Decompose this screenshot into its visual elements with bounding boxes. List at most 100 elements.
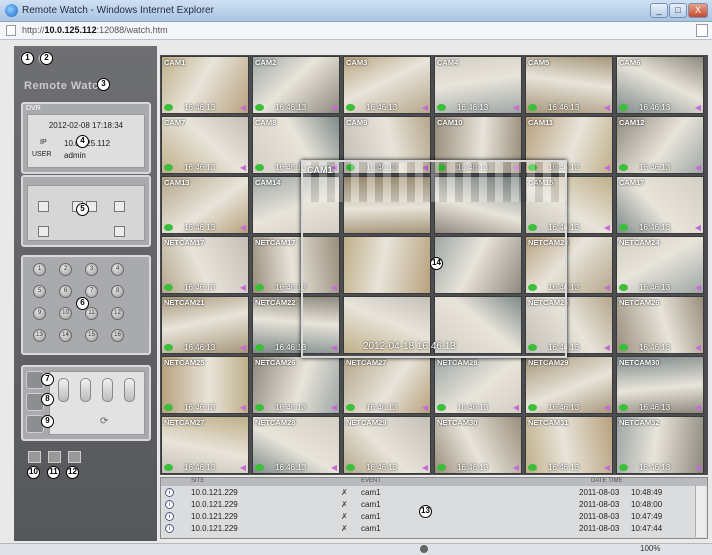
camera-tile[interactable]: CAM1 16:46:13 ◀ <box>161 56 249 114</box>
speaker-icon[interactable]: ◀ <box>422 403 428 412</box>
speaker-icon[interactable]: ◀ <box>604 163 610 172</box>
focus-button[interactable] <box>80 378 91 402</box>
camera-tile[interactable]: CAM17 16:46:13 ◀ <box>616 176 704 234</box>
speaker-icon[interactable]: ◀ <box>695 403 701 412</box>
camera-tile[interactable]: NETCAM21 16:46:13 ◀ <box>161 296 249 354</box>
split-16-button[interactable] <box>38 226 49 237</box>
playback-icon[interactable] <box>48 451 61 463</box>
speaker-icon[interactable]: ◀ <box>604 223 610 232</box>
camera-tile[interactable]: NETCAM32 16:46:13 ◀ <box>616 416 704 474</box>
speaker-icon[interactable]: ◀ <box>331 403 337 412</box>
speaker-icon[interactable]: ◀ <box>513 463 519 472</box>
camera-tile[interactable]: CAM7 16:46:13 ◀ <box>161 116 249 174</box>
camera-timestamp: 16:46:13 <box>639 283 671 292</box>
camera-tile[interactable]: CAM2 16:46:13 ◀ <box>252 56 340 114</box>
channel-16-button[interactable]: 16 <box>111 329 124 342</box>
channel-15-button[interactable]: 15 <box>85 329 98 342</box>
speaker-icon[interactable]: ◀ <box>695 343 701 352</box>
view-mode-icon[interactable] <box>28 451 41 463</box>
channel-8-button[interactable]: 8 <box>111 285 124 298</box>
speaker-icon[interactable]: ◀ <box>422 103 428 112</box>
event-log-scrollbar[interactable] <box>695 486 706 537</box>
speaker-icon[interactable]: ◀ <box>695 103 701 112</box>
zoom-button[interactable] <box>58 378 69 402</box>
url-text[interactable]: http://10.0.125.112:12088/watch.htm <box>22 25 168 35</box>
export-icon[interactable] <box>68 451 81 463</box>
camera-tile[interactable]: CAM3 16:46:13 ◀ <box>343 56 431 114</box>
speaker-icon[interactable]: ◀ <box>513 403 519 412</box>
channel-5-button[interactable]: 5 <box>33 285 46 298</box>
split-1-button[interactable] <box>38 201 49 212</box>
speaker-icon[interactable]: ◀ <box>695 283 701 292</box>
camera-tile[interactable]: CAM4 16:46:13 ◀ <box>434 56 522 114</box>
speaker-icon[interactable]: ◀ <box>240 403 246 412</box>
channel-10-button[interactable]: 10 <box>59 307 72 320</box>
speaker-icon[interactable]: ◀ <box>604 103 610 112</box>
speaker-icon[interactable]: ◀ <box>695 163 701 172</box>
compatibility-view-icon[interactable] <box>696 24 708 37</box>
recording-icon <box>619 464 628 471</box>
channel-6-button[interactable]: 6 <box>59 285 72 298</box>
preset-button[interactable] <box>124 378 135 402</box>
camera-tile[interactable]: NETCAM28 16:46:13 ◀ <box>434 356 522 414</box>
camera-tile[interactable]: NETCAM25 16:46:13 ◀ <box>161 356 249 414</box>
camera-label: CAM2 <box>255 58 277 67</box>
speaker-icon[interactable]: ◀ <box>240 343 246 352</box>
speaker-icon[interactable]: ◀ <box>604 283 610 292</box>
camera-tile[interactable]: CAM6 16:46:13 ◀ <box>616 56 704 114</box>
speaker-icon[interactable]: ◀ <box>240 283 246 292</box>
speaker-icon[interactable]: ◀ <box>604 403 610 412</box>
split-sequence-button[interactable] <box>114 226 125 237</box>
camera-tile[interactable]: NETCAM27 16:46:13 ◀ <box>343 356 431 414</box>
camera-tile[interactable]: NETCAM29 16:46:13 ◀ <box>343 416 431 474</box>
camera-tile[interactable]: CAM5 16:46:13 ◀ <box>525 56 613 114</box>
iris-button[interactable] <box>102 378 113 402</box>
camera-tile[interactable]: NETCAM27 16:46:13 ◀ <box>161 416 249 474</box>
camera-tile[interactable]: NETCAM26 16:46:13 ◀ <box>252 356 340 414</box>
camera-tile[interactable]: NETCAM17 16:46:13 ◀ <box>161 236 249 294</box>
camera-tile[interactable]: NETCAM30 16:46:13 ◀ <box>616 356 704 414</box>
speaker-icon[interactable]: ◀ <box>513 103 519 112</box>
channel-11-button[interactable]: 11 <box>85 307 98 320</box>
address-bar[interactable]: http://10.0.125.112:12088/watch.htm <box>0 22 712 40</box>
speaker-icon[interactable]: ◀ <box>604 343 610 352</box>
zoom-level[interactable]: 100% <box>640 544 660 553</box>
channel-12-button[interactable]: 12 <box>111 307 124 320</box>
camera-tile[interactable]: CAM13 16:46:13 ◀ <box>161 176 249 234</box>
log-row[interactable]: i 10.0.121.229 ✗ cam1 2011-08-03 10:48:49 <box>161 488 693 498</box>
speaker-icon[interactable]: ◀ <box>695 223 701 232</box>
channel-2-button[interactable]: 2 <box>59 263 72 276</box>
speaker-icon[interactable]: ◀ <box>240 223 246 232</box>
close-button[interactable]: X <box>688 3 708 18</box>
maximize-button[interactable]: □ <box>669 3 687 18</box>
speaker-icon[interactable]: ◀ <box>331 463 337 472</box>
camera-tile[interactable]: CAM12 16:46:13 ◀ <box>616 116 704 174</box>
camera-tile[interactable]: NETCAM28 16:46:13 ◀ <box>252 416 340 474</box>
channel-14-button[interactable]: 14 <box>59 329 72 342</box>
log-row[interactable]: i 10.0.121.229 ✗ cam1 2011-08-03 10:47:44 <box>161 524 693 534</box>
log-camera: cam1 <box>361 500 381 509</box>
speaker-icon[interactable]: ◀ <box>240 163 246 172</box>
channel-13-button[interactable]: 13 <box>33 329 46 342</box>
camera-tile[interactable]: NETCAM26 16:46:13 ◀ <box>616 296 704 354</box>
camera-tile[interactable]: NETCAM30 16:46:13 ◀ <box>434 416 522 474</box>
speaker-icon[interactable]: ◀ <box>695 463 701 472</box>
channel-3-button[interactable]: 3 <box>85 263 98 276</box>
channel-7-button[interactable]: 7 <box>85 285 98 298</box>
ptz-auto-icon[interactable]: ⟳ <box>100 416 108 427</box>
speaker-icon[interactable]: ◀ <box>240 103 246 112</box>
minimize-button[interactable]: _ <box>650 3 668 18</box>
recording-icon <box>528 104 537 111</box>
split-9-button[interactable] <box>114 201 125 212</box>
speaker-icon[interactable]: ◀ <box>240 463 246 472</box>
speaker-icon[interactable]: ◀ <box>331 103 337 112</box>
channel-4-button[interactable]: 4 <box>111 263 124 276</box>
camera-tile[interactable]: NETCAM29 16:46:13 ◀ <box>525 356 613 414</box>
speaker-icon[interactable]: ◀ <box>604 463 610 472</box>
camera-tile[interactable]: NETCAM31 16:46:13 ◀ <box>525 416 613 474</box>
channel-1-button[interactable]: 1 <box>33 263 46 276</box>
log-ip: 10.0.121.229 <box>191 512 238 521</box>
camera-tile[interactable]: NETCAM24 16:46:13 ◀ <box>616 236 704 294</box>
channel-9-button[interactable]: 9 <box>33 307 46 320</box>
speaker-icon[interactable]: ◀ <box>422 463 428 472</box>
